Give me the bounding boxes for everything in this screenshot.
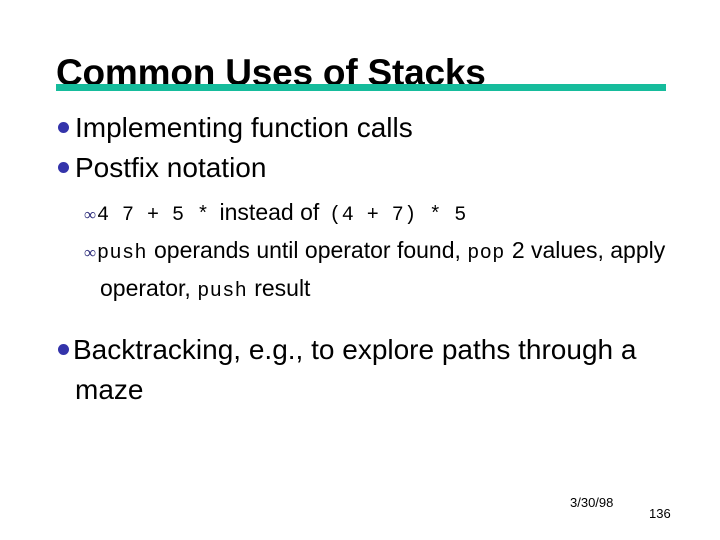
- title-divider-rule: [56, 84, 666, 91]
- footer-slide-number: 136: [649, 506, 671, 521]
- code-infix-expression: (4 + 7) * 5: [329, 204, 467, 227]
- bullet-label: Implementing function calls: [75, 112, 413, 143]
- bullet-item-backtracking: Backtracking, e.g., to explore paths thr…: [0, 330, 720, 410]
- infinity-bullet-icon: ∞: [84, 205, 97, 224]
- bullet-label: Backtracking, e.g., to explore paths thr…: [73, 334, 637, 405]
- sub-bullet-item-postfix-example: ∞ 4 7 + 5 * instead of (4 + 7) * 5: [0, 195, 720, 233]
- sub-bullet-label: 4 7 + 5 * instead of (4 + 7) * 5: [86, 195, 720, 233]
- bullet-item-postfix-notation: Postfix notation: [0, 148, 720, 188]
- slide: Common Uses of Stacks Implementing funct…: [0, 0, 720, 540]
- footer-date: 3/30/98: [570, 495, 614, 510]
- sub-bullet-text-1: operands until operator found,: [154, 237, 461, 263]
- sub-bullet-label: push operands until operator found, pop 2 …: [86, 233, 720, 309]
- sub-bullet-item-evaluation-algorithm: ∞ push operands until operator found, pop…: [0, 233, 720, 309]
- bullet-dot-icon: [58, 122, 69, 133]
- sub-bullet-list: ∞ 4 7 + 5 * instead of (4 + 7) * 5 ∞ push o…: [0, 195, 720, 309]
- bullet-dot-icon: [58, 162, 69, 173]
- sub-bullet-middle-text: instead of: [219, 199, 320, 225]
- bullet-item-implementing-function-calls: Implementing function calls: [0, 108, 720, 148]
- code-pop: pop: [467, 242, 505, 265]
- slide-body: Implementing function calls Postfix nota…: [0, 108, 720, 410]
- bullet-dot-icon: [58, 344, 69, 355]
- code-postfix-expression: 4 7 + 5 *: [97, 204, 210, 227]
- sub-bullet-text-3: result: [254, 275, 311, 301]
- infinity-bullet-icon: ∞: [84, 243, 97, 262]
- code-push-2: push: [197, 280, 248, 303]
- code-push-1: push: [97, 242, 148, 265]
- bullet-label: Postfix notation: [75, 152, 267, 183]
